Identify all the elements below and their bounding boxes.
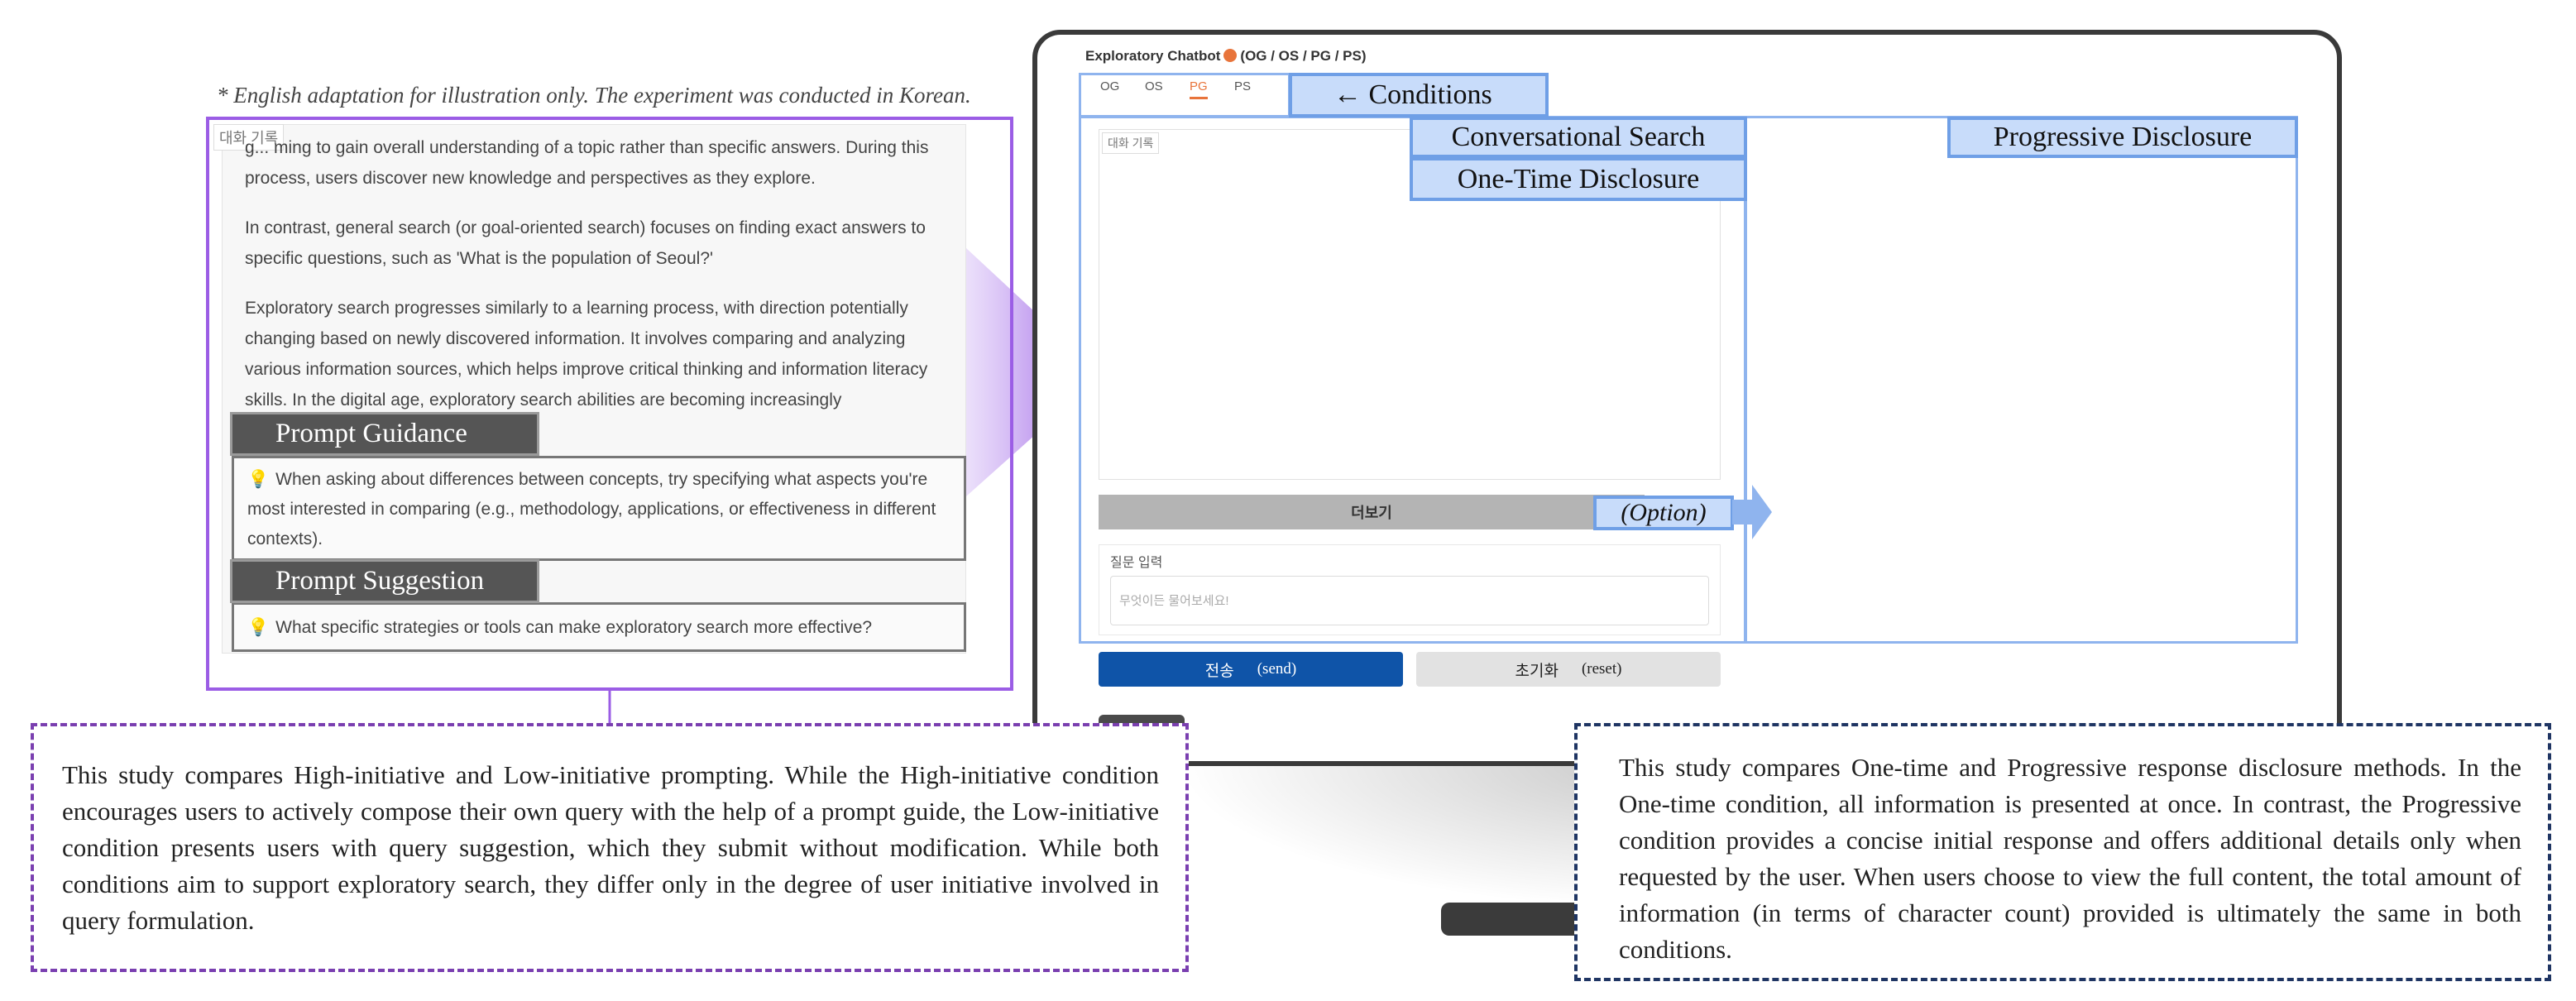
one-time-disclosure-label: One-Time Disclosure	[1410, 157, 1747, 201]
send-button[interactable]: 전송 (send)	[1099, 652, 1403, 687]
adaptation-note: * English adaptation for illustration on…	[217, 83, 971, 108]
logo-icon	[1223, 49, 1238, 62]
progressive-frame	[1744, 116, 2298, 644]
conditions-label: ← Conditions	[1289, 73, 1549, 117]
conditions-frame	[1079, 73, 1290, 117]
progressive-disclosure-label: Progressive Disclosure	[1947, 117, 2298, 158]
app-title: Exploratory Chatbot (OG / OS / PG / PS)	[1085, 48, 1367, 64]
conversational-search-label: Conversational Search	[1410, 117, 1747, 158]
reset-button[interactable]: 초기화 (reset)	[1416, 652, 1721, 687]
option-label: (Option)	[1593, 496, 1734, 530]
arrow-right-icon	[1732, 485, 1772, 539]
disclosure-description: This study compares One-time and Progres…	[1574, 723, 2551, 981]
left-zoom-frame	[206, 117, 1013, 691]
initiative-description: This study compares High-initiative and …	[31, 723, 1189, 972]
